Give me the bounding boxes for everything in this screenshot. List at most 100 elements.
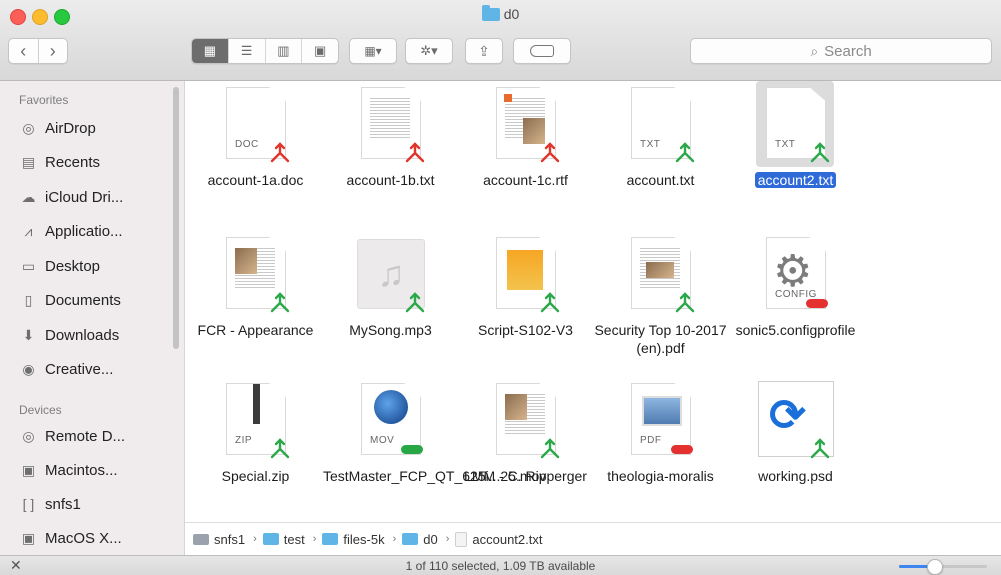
- chevron-right-icon: ›: [253, 533, 257, 545]
- documents-icon: ▯: [24, 292, 33, 308]
- arrange-icon: ▦▾: [364, 44, 382, 58]
- path-segment-snfs1[interactable]: snfs1: [193, 532, 245, 547]
- file-extension-label: ZIP: [235, 435, 253, 446]
- file-item[interactable]: Security Top 10-2017 (en).pdf: [593, 231, 728, 379]
- file-name-label: MySong.mp3: [323, 321, 458, 339]
- file-item[interactable]: account-1c.rtf: [458, 81, 593, 229]
- file-item[interactable]: ⚙ CONFIG sonic5.configprofile: [728, 231, 863, 379]
- sidebar-heading: Favorites: [19, 93, 69, 107]
- search-field[interactable]: ⌕ Search: [690, 38, 992, 64]
- sidebar-item-downloads[interactable]: ⬇ Downloads: [19, 321, 169, 349]
- back-button[interactable]: ‹: [9, 39, 38, 63]
- sidebar-item-airdrop[interactable]: ◎ AirDrop: [19, 114, 169, 142]
- sync-status-icon: [808, 437, 832, 461]
- path-segment-label: account2.txt: [472, 531, 543, 547]
- tags-button[interactable]: [513, 38, 571, 64]
- sidebar-scrollbar[interactable]: [173, 87, 179, 349]
- path-segment-label: snfs1: [214, 531, 246, 547]
- file-name-label: Security Top 10-2017 (en).pdf: [593, 321, 728, 357]
- list-view-icon: ☰: [240, 43, 253, 58]
- path-segment-files-5k[interactable]: files-5k: [322, 531, 385, 547]
- file-icon: MOV: [361, 383, 423, 457]
- icon-view-button[interactable]: ▦: [192, 39, 228, 63]
- desktop-icon: ▭: [21, 257, 36, 274]
- view-mode-buttons: ▦ ☰ ▥ ▣: [191, 38, 339, 64]
- file-name-label: account-1c.rtf: [458, 171, 593, 189]
- sync-status-icon: [268, 437, 292, 461]
- sidebar-item-desktop[interactable]: ▭ Desktop: [19, 252, 169, 280]
- sync-status-icon: [403, 291, 427, 315]
- status-text: 1 of 110 selected, 1.09 TB available: [405, 559, 596, 573]
- photo-thumbnail: [505, 394, 527, 420]
- file-item[interactable]: account-1b.txt: [323, 81, 458, 229]
- pages-document-icon: [507, 250, 543, 290]
- tag-icon: [530, 45, 554, 57]
- sidebar-item-label: Desktop: [45, 257, 101, 275]
- zipper-graphic: [253, 384, 260, 424]
- gallery-view-button[interactable]: ▣: [301, 39, 338, 63]
- file-item[interactable]: LMM - C. Ripperger: [458, 377, 593, 522]
- file-extension-label: TXT: [640, 139, 661, 150]
- column-view-icon: ▥: [277, 43, 290, 58]
- file-item[interactable]: PDF theologia-moralis: [593, 377, 728, 522]
- sidebar-item-creative[interactable]: ◉ Creative...: [19, 356, 169, 384]
- path-segment-account2-txt[interactable]: account2.txt: [455, 531, 543, 547]
- icon-size-slider[interactable]: [899, 559, 987, 575]
- title-bar: d0 ‹ › ▦ ☰ ▥ ▣ ▦▾ ✲▾ ⇪ ⌕ Search: [0, 0, 1001, 81]
- sidebar-item-remote-d[interactable]: ◎ Remote D...: [19, 422, 169, 450]
- file-item[interactable]: FCR - Appearance: [188, 231, 323, 379]
- sidebar-item-label: iCloud Dri...: [45, 188, 124, 206]
- arrange-button[interactable]: ▦▾: [349, 38, 397, 64]
- file-item[interactable]: ZIP Special.zip: [188, 377, 323, 522]
- share-button[interactable]: ⇪: [465, 38, 503, 64]
- sidebar-item-label: Creative...: [45, 361, 114, 378]
- file-icon: ⚙ CONFIG: [766, 237, 828, 311]
- sidebar-item-macos-x[interactable]: ▣ MacOS X...: [19, 524, 169, 552]
- file-extension-label: MOV: [370, 435, 395, 446]
- file-item[interactable]: ⟳ working.psd: [728, 377, 863, 522]
- status-pill-icon: [671, 445, 693, 454]
- list-view-button[interactable]: ☰: [227, 39, 265, 63]
- path-segment-d0[interactable]: d0: [402, 532, 438, 547]
- file-name-text: account.txt: [626, 172, 695, 188]
- file-item[interactable]: DOC account-1a.doc: [188, 81, 323, 229]
- file-item[interactable]: Script-S102-V3: [458, 231, 593, 379]
- refresh-arrows-icon: ⟳: [769, 391, 806, 440]
- sidebar-item-icloud-dri[interactable]: ☁ iCloud Dri...: [19, 183, 169, 211]
- window-title-text: d0: [503, 6, 520, 22]
- file-item[interactable]: TXT account.txt: [593, 81, 728, 229]
- sidebar-item-label: Macintos...: [45, 461, 118, 479]
- path-segment-label: files-5k: [343, 531, 385, 547]
- sidebar-item-macintos[interactable]: ▣ Macintos...: [19, 456, 169, 484]
- forward-button[interactable]: ›: [37, 39, 68, 63]
- icon-view-icon: ▦: [203, 43, 217, 58]
- column-view-button[interactable]: ▥: [264, 39, 302, 63]
- action-button[interactable]: ✲▾: [405, 38, 453, 64]
- folder-icon: [322, 533, 339, 545]
- chevron-right-icon: ›: [445, 533, 450, 545]
- file-item[interactable]: ♫ MySong.mp3: [323, 231, 458, 379]
- sidebar-heading: Devices: [19, 403, 62, 417]
- file-name-text: Special.zip: [221, 468, 290, 484]
- path-segment-test[interactable]: test: [262, 532, 305, 547]
- file-icon: [455, 531, 468, 547]
- disk-icon: ▣: [21, 529, 36, 546]
- file-name-text: account2.txt: [754, 172, 837, 188]
- file-icon: TXT: [766, 87, 830, 163]
- file-name-label: account.txt: [593, 171, 728, 189]
- file-icon: ⟳: [758, 381, 834, 459]
- creative-cloud-icon: ◉: [22, 361, 35, 377]
- remote-disc-icon: ◎: [22, 427, 35, 444]
- file-icon: ZIP: [226, 383, 290, 459]
- file-item[interactable]: MOV TestMaster_FCP_QT_625i...25.mov: [323, 377, 546, 522]
- sidebar-item-snfs1[interactable]: [ ] snfs1: [19, 490, 169, 518]
- sidebar-item-label: Recents: [45, 154, 101, 171]
- sync-status-icon: [538, 141, 562, 165]
- file-name-text: FCR - Appearance: [197, 322, 314, 338]
- sidebar-item-recents[interactable]: ▤ Recents: [19, 149, 169, 177]
- sidebar-item-documents[interactable]: ▯ Documents: [19, 287, 169, 315]
- recents-icon: ▤: [21, 154, 36, 170]
- file-icon: [226, 237, 290, 313]
- sidebar-item-applicatio[interactable]: ⩘ Applicatio...: [19, 218, 169, 246]
- file-item[interactable]: TXT account2.txt: [728, 81, 863, 229]
